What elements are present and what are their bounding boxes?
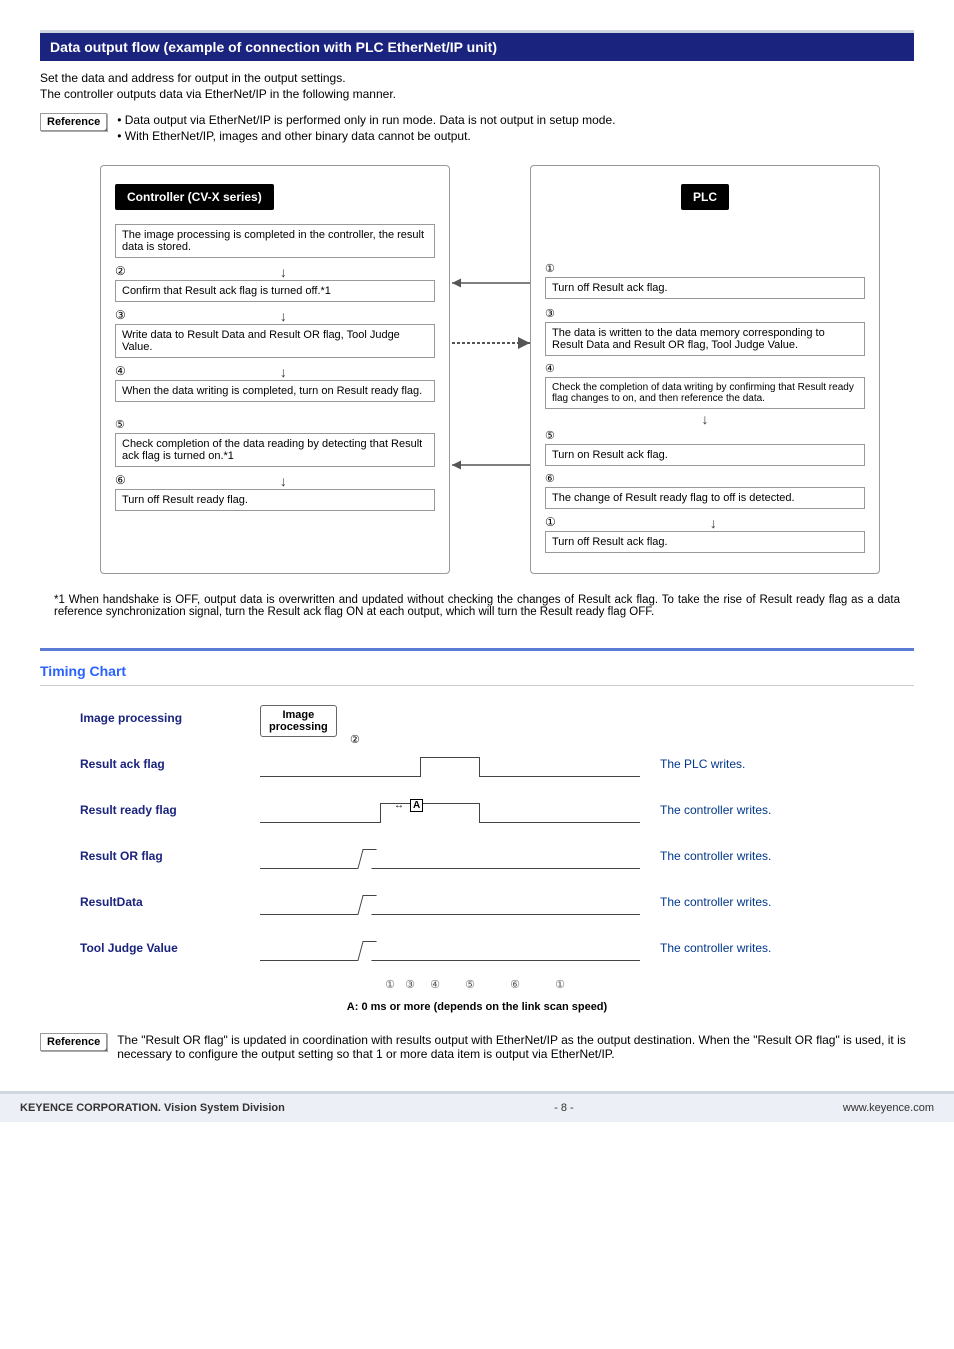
step-box: Write data to Result Data and Result OR … (115, 324, 435, 358)
image-processing-box: Image processing (260, 705, 337, 737)
step-box: Turn off Result ready flag. (115, 489, 435, 511)
step-num: ② (115, 264, 126, 278)
double-arrow-icon: ↔ (394, 800, 404, 811)
step-box: Turn on Result ack flag. (545, 444, 865, 466)
step-box: Turn off Result ack flag. (545, 531, 865, 553)
step-desc-top: The image processing is completed in the… (115, 224, 435, 258)
timing-note: The controller writes. (660, 895, 771, 909)
timing-label: Result ack flag (80, 757, 260, 771)
timing-note: The controller writes. (660, 941, 771, 955)
footer-page-number: - 8 - (554, 1102, 574, 1114)
step-num: ③ (545, 307, 865, 320)
down-arrow-icon: ↓ (132, 473, 435, 489)
flow-diagram: Controller (CV-X series) The image proce… (100, 165, 894, 574)
footer-url: www.keyence.com (843, 1102, 934, 1114)
reference-label: Reference (40, 113, 107, 131)
step-num: ① (545, 515, 556, 529)
step-box: Check completion of the data reading by … (115, 433, 435, 467)
intro-line-1: Set the data and address for output in t… (40, 71, 914, 85)
step-box: Confirm that Result ack flag is turned o… (115, 280, 435, 302)
timing-chart: Image processing Image processing ② Resu… (80, 702, 914, 991)
down-arrow-icon: ↓ (545, 411, 865, 427)
reference-block-2: Reference The "Result OR flag" is update… (40, 1033, 914, 1061)
intro-line-2: The controller outputs data via EtherNet… (40, 87, 914, 101)
plc-title: PLC (681, 184, 729, 210)
timing-caption: A: 0 ms or more (depends on the link sca… (40, 1001, 914, 1013)
timing-label: Result ready flag (80, 803, 260, 817)
marker-a-label: A (410, 799, 423, 812)
step-desc: Check the completion of data writing by … (545, 377, 865, 409)
step-num: ⑥ (115, 473, 126, 487)
plc-column: PLC ① Turn off Result ack flag. ③ The da… (530, 165, 880, 574)
step-num: ③ (115, 308, 126, 322)
axis-marker-2: ② (350, 733, 360, 746)
down-arrow-icon: ↓ (562, 515, 865, 531)
step-desc: The change of Result ready flag to off i… (545, 487, 865, 509)
timing-chart-header: Timing Chart (40, 657, 914, 686)
timing-label: Result OR flag (80, 849, 260, 863)
step-num: ④ (115, 364, 126, 378)
down-arrow-icon: ↓ (132, 364, 435, 380)
step-num: ⑤ (115, 418, 435, 431)
down-arrow-icon: ↓ (132, 264, 435, 280)
reference-item: • With EtherNet/IP, images and other bin… (117, 129, 914, 143)
step-box: When the data writing is completed, turn… (115, 380, 435, 402)
timing-note: The controller writes. (660, 803, 771, 817)
step-num: ① (545, 262, 865, 275)
timing-label: ResultData (80, 895, 260, 909)
controller-title: Controller (CV-X series) (115, 184, 274, 210)
step-num: ④ (545, 362, 865, 375)
reference-label: Reference (40, 1033, 107, 1051)
footnote: *1 When handshake is OFF, output data is… (54, 594, 900, 618)
section-title: Data output flow (example of connection … (40, 30, 914, 61)
reference-text: The "Result OR flag" is updated in coord… (117, 1033, 914, 1061)
timing-label: Image processing (80, 711, 260, 725)
timing-label: Tool Judge Value (80, 941, 260, 955)
footer-left: KEYENCE CORPORATION. Vision System Divis… (20, 1102, 285, 1114)
reference-block-1: Reference • Data output via EtherNet/IP … (40, 113, 914, 145)
down-arrow-icon: ↓ (132, 308, 435, 324)
controller-column: Controller (CV-X series) The image proce… (100, 165, 450, 574)
reference-item: • Data output via EtherNet/IP is perform… (117, 113, 914, 127)
step-num: ⑥ (545, 472, 865, 485)
page-footer: KEYENCE CORPORATION. Vision System Divis… (0, 1091, 954, 1122)
timing-axis: ① ③ ④ ⑤ ⑥ ① (300, 978, 680, 991)
step-box: Turn off Result ack flag. (545, 277, 865, 299)
step-num: ⑤ (545, 429, 865, 442)
timing-note: The PLC writes. (660, 757, 745, 771)
timing-note: The controller writes. (660, 849, 771, 863)
step-desc: The data is written to the data memory c… (545, 322, 865, 356)
